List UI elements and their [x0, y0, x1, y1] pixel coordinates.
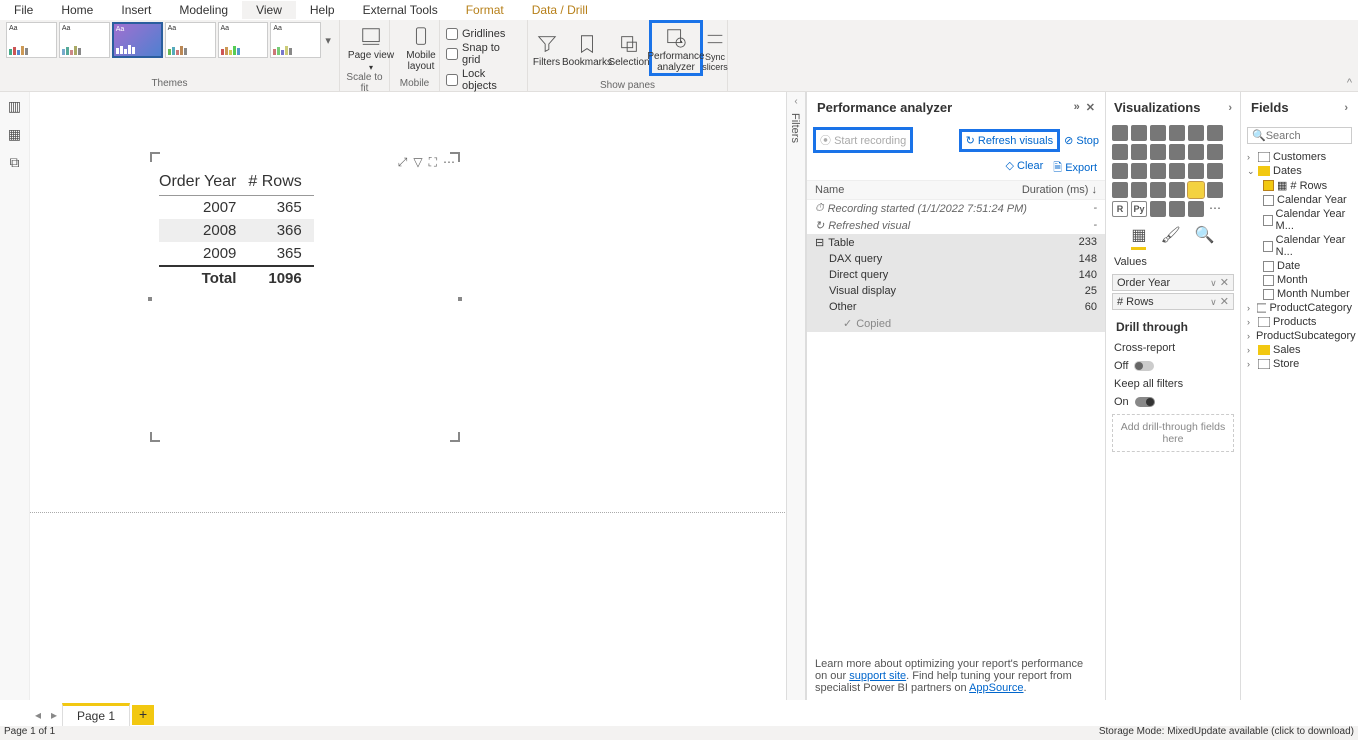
- menu-home[interactable]: Home: [47, 1, 107, 19]
- field-rows[interactable]: ▦ # Rows: [1241, 178, 1358, 193]
- menu-tabs: File Home Insert Modeling View Help Exte…: [0, 0, 1358, 20]
- table-productsub[interactable]: ›ProductSubcategory: [1241, 329, 1358, 343]
- menu-file[interactable]: File: [0, 1, 47, 19]
- themes-label: Themes: [6, 78, 333, 89]
- viz-chevron-icon[interactable]: ›: [1228, 102, 1232, 114]
- lock-check[interactable]: Lock objects: [446, 68, 521, 92]
- visual-header-icons[interactable]: ⤢ ▽ ⛶ ⋯: [398, 155, 455, 170]
- keep-filters-toggle[interactable]: On: [1106, 394, 1240, 410]
- fields-search-input[interactable]: [1266, 130, 1346, 142]
- more-icon[interactable]: ⋯: [443, 155, 455, 170]
- fields-tab-icon[interactable]: ▦: [1131, 225, 1146, 250]
- menu-modeling[interactable]: Modeling: [165, 1, 242, 19]
- field-well-rows[interactable]: # Rows∨ ✕: [1112, 293, 1234, 310]
- appsource-link[interactable]: AppSource: [969, 682, 1023, 694]
- table-visual[interactable]: ⤢ ▽ ⛶ ⋯ Order Year # Rows 2007365 200836…: [150, 152, 460, 442]
- report-canvas[interactable]: ⤢ ▽ ⛶ ⋯ Order Year # Rows 2007365 200836…: [30, 92, 785, 512]
- snap-check[interactable]: Snap to grid: [446, 42, 521, 66]
- table-productcategory[interactable]: ›ProductCategory: [1241, 301, 1358, 315]
- table-dates[interactable]: ⌄Dates: [1241, 164, 1358, 178]
- drill-through-header: Drill through: [1106, 312, 1240, 338]
- data-view-icon[interactable]: ▦: [5, 126, 25, 144]
- fields-pane: Fields› 🔍 ›Customers ⌄Dates ▦ # Rows Cal…: [1240, 92, 1358, 700]
- field-month[interactable]: Month: [1241, 273, 1358, 287]
- sync-slicers-button[interactable]: Syncslicers: [703, 20, 727, 76]
- menu-format[interactable]: Format: [452, 1, 518, 19]
- drill-drop-area[interactable]: Add drill-through fields here: [1112, 414, 1234, 452]
- status-right[interactable]: Storage Mode: MixedUpdate available (cli…: [1099, 726, 1354, 740]
- page-next[interactable]: ▸: [46, 708, 62, 722]
- filters-pane-button[interactable]: Filters: [528, 20, 565, 76]
- page-tab-bar: ◂ ▸ Page 1 +: [30, 703, 154, 726]
- field-cal-year-n[interactable]: Calendar Year N...: [1241, 233, 1358, 259]
- table-store[interactable]: ›Store: [1241, 357, 1358, 371]
- performance-analyzer-button[interactable]: Performance analyzer: [649, 20, 703, 76]
- menu-insert[interactable]: Insert: [107, 1, 165, 19]
- menu-help[interactable]: Help: [296, 1, 349, 19]
- filters-pane-collapsed[interactable]: ‹ Filters: [786, 92, 806, 700]
- field-month-num[interactable]: Month Number: [1241, 287, 1358, 301]
- page-prev[interactable]: ◂: [30, 708, 46, 722]
- add-page-button[interactable]: +: [132, 705, 154, 725]
- refresh-visuals-button[interactable]: ↻ Refresh visuals: [959, 129, 1060, 152]
- perf-title: Performance analyzer: [817, 100, 952, 115]
- perf-row-table[interactable]: ⊟ Table233: [807, 234, 1105, 251]
- page-view-button[interactable]: Page view▾: [346, 22, 396, 72]
- cross-report-toggle[interactable]: Off: [1106, 358, 1240, 374]
- fields-chevron-icon[interactable]: ›: [1344, 102, 1348, 114]
- performance-analyzer-pane: Performance analyzer » ✕ ⦿ Start recordin…: [806, 92, 1105, 700]
- menu-view[interactable]: View: [242, 1, 296, 19]
- stop-button[interactable]: ⊘ Stop: [1064, 134, 1099, 147]
- report-view-icon[interactable]: ▥: [5, 98, 25, 116]
- viz-type-gallery[interactable]: RPy⋯: [1106, 123, 1240, 219]
- selection-button[interactable]: Selection: [609, 20, 649, 76]
- table-viz-icon: [1188, 182, 1204, 198]
- values-label: Values: [1106, 252, 1240, 272]
- status-left: Page 1 of 1: [4, 726, 55, 740]
- field-well-order-year[interactable]: Order Year∨ ✕: [1112, 274, 1234, 291]
- left-view-rail: ▥ ▦ ⧉: [0, 92, 30, 700]
- col-rows: # Rows: [248, 169, 313, 196]
- visualizations-pane: Visualizations› RPy⋯ ▦ 🖌 🔍 Values Order …: [1105, 92, 1240, 700]
- field-date[interactable]: Date: [1241, 259, 1358, 273]
- theme-gallery[interactable]: Aa Aa Aa Aa Aa Aa ▾: [6, 22, 333, 58]
- collapse-icon[interactable]: »: [1074, 101, 1080, 114]
- clear-button[interactable]: ◇ Clear: [1005, 159, 1043, 178]
- model-view-icon[interactable]: ⧉: [5, 154, 25, 172]
- field-cal-year-m[interactable]: Calendar Year M...: [1241, 207, 1358, 233]
- analytics-tab-icon[interactable]: 🔍: [1195, 225, 1215, 250]
- drill-icon[interactable]: ⤢: [398, 155, 408, 170]
- col-duration[interactable]: Duration (ms) ↓: [1022, 184, 1097, 196]
- menu-external[interactable]: External Tools: [349, 1, 452, 19]
- ribbon: Aa Aa Aa Aa Aa Aa ▾ Themes Page view▾ Sc…: [0, 20, 1358, 92]
- start-recording-button[interactable]: ⦿ Start recording: [813, 127, 913, 153]
- page-tab-1[interactable]: Page 1: [62, 703, 130, 726]
- col-order-year: Order Year: [159, 169, 248, 196]
- table-products[interactable]: ›Products: [1241, 315, 1358, 329]
- table-sales[interactable]: ›Sales: [1241, 343, 1358, 357]
- page-boundary: [30, 512, 785, 513]
- table-customers[interactable]: ›Customers: [1241, 150, 1358, 164]
- gridlines-check[interactable]: Gridlines: [446, 28, 521, 40]
- filter-icon[interactable]: ▽: [413, 155, 422, 170]
- focus-icon[interactable]: ⛶: [429, 155, 437, 170]
- mobile-layout-button[interactable]: Mobile layout: [396, 22, 446, 72]
- export-button[interactable]: 🗎 Export: [1053, 159, 1097, 178]
- bookmarks-button[interactable]: Bookmarks: [565, 20, 609, 76]
- support-link[interactable]: support site: [849, 670, 906, 682]
- fields-search[interactable]: 🔍: [1247, 127, 1352, 144]
- col-name: Name: [815, 184, 844, 196]
- status-bar: Page 1 of 1 Storage Mode: MixedUpdate av…: [0, 726, 1358, 740]
- perf-footer: Learn more about optimizing your report'…: [807, 652, 1105, 700]
- field-cal-year[interactable]: Calendar Year: [1241, 193, 1358, 207]
- format-tab-icon[interactable]: 🖌: [1160, 225, 1180, 250]
- menu-data-drill[interactable]: Data / Drill: [518, 1, 602, 19]
- close-icon[interactable]: ✕: [1086, 101, 1095, 114]
